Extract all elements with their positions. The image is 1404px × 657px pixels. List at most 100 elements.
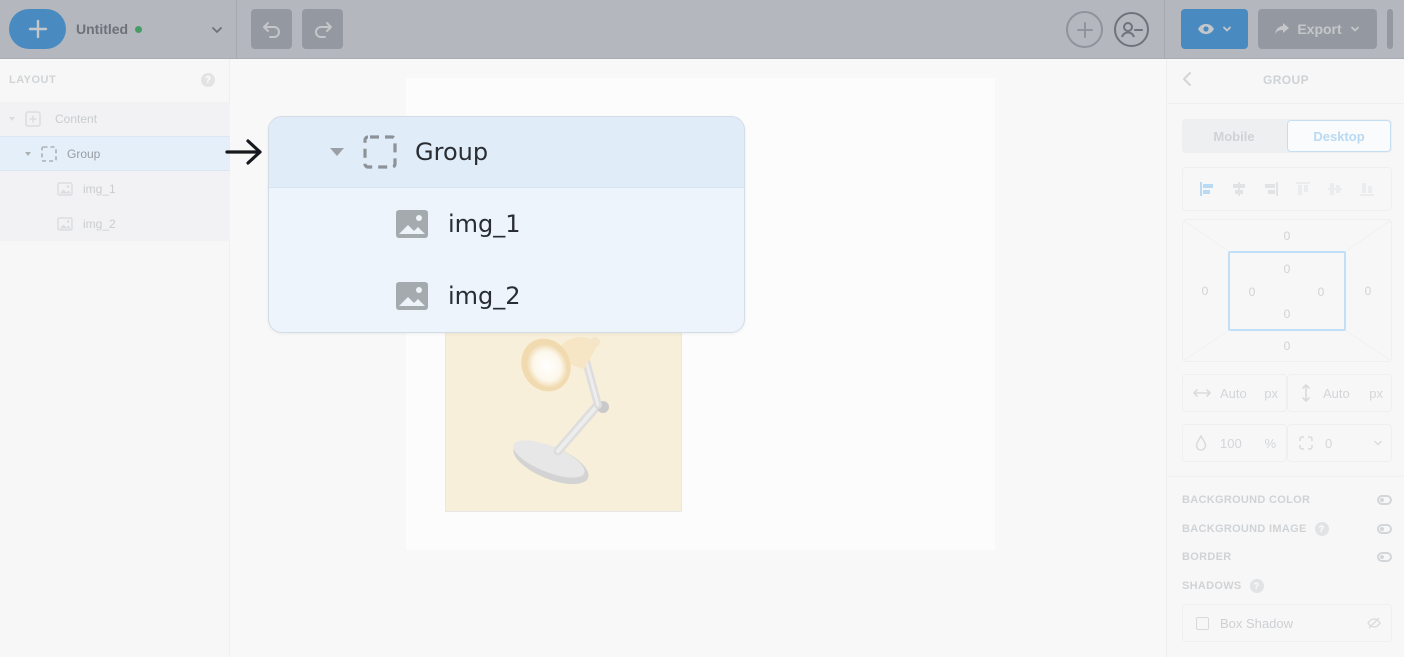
align-bottom-icon[interactable]	[1358, 180, 1376, 198]
shadows-section: SHADOWS ?	[1182, 578, 1392, 594]
panel-title: GROUP	[1262, 73, 1309, 87]
redo-button[interactable]	[302, 9, 343, 49]
project-name: Untitled	[76, 21, 129, 37]
align-left-icon[interactable]	[1198, 180, 1216, 198]
callout-group-label: Group	[415, 138, 489, 166]
callout-child-row[interactable]: img_1	[269, 188, 744, 260]
height-field[interactable]: Auto px	[1287, 374, 1392, 412]
chevron-down-icon[interactable]	[1373, 438, 1383, 448]
height-value: Auto	[1323, 385, 1350, 401]
section-label: BORDER	[1182, 551, 1232, 563]
align-top-icon[interactable]	[1294, 180, 1312, 198]
section-label: SHADOWS	[1182, 580, 1242, 592]
account-button[interactable]	[1114, 12, 1149, 47]
project-title[interactable]: Untitled	[76, 19, 143, 39]
caret-down-icon[interactable]	[24, 150, 32, 158]
arrow-right-icon	[225, 139, 262, 165]
toolbar-divider	[236, 0, 237, 59]
undo-button[interactable]	[251, 9, 292, 49]
background-color-section[interactable]: BACKGROUND COLOR	[1182, 492, 1392, 508]
tree-item-label: Group	[67, 146, 101, 161]
margin-top-value[interactable]: 0	[1277, 229, 1297, 243]
width-arrows-icon	[1193, 389, 1211, 397]
align-right-icon[interactable]	[1262, 180, 1280, 198]
divider	[1167, 476, 1404, 477]
divider	[1167, 103, 1404, 104]
drop-icon	[1195, 435, 1207, 451]
margin-left-value[interactable]: 0	[1195, 284, 1215, 298]
box-shadow-label: Box Shadow	[1220, 615, 1293, 631]
preview-button[interactable]	[1181, 9, 1248, 49]
chevron-down-icon[interactable]	[208, 21, 226, 39]
content-icon	[25, 111, 41, 127]
properties-panel: GROUP Mobile Desktop 0 0 0 0 0 0 0 0 Aut…	[1166, 59, 1404, 657]
radius-field[interactable]: 0	[1287, 424, 1392, 462]
plus-icon	[28, 19, 47, 39]
section-label: BACKGROUND COLOR	[1182, 494, 1311, 506]
padding-bottom-value[interactable]: 0	[1277, 307, 1297, 321]
scroll-handle[interactable]	[1387, 9, 1393, 49]
help-icon[interactable]: ?	[201, 73, 215, 87]
callout-child-row[interactable]: img_2	[269, 260, 744, 332]
background-image-section[interactable]: BACKGROUND IMAGE ?	[1182, 521, 1392, 537]
tree-item-img-2[interactable]: img_2	[0, 206, 230, 241]
border-toggle[interactable]	[1377, 552, 1392, 562]
saved-status-dot	[135, 25, 143, 33]
undo-icon	[262, 22, 280, 38]
toolbar-divider	[1164, 0, 1165, 59]
layout-panel-title: LAYOUT	[9, 74, 57, 86]
device-toggle: Mobile Desktop	[1182, 119, 1392, 153]
canvas-image-lamp[interactable]	[445, 320, 682, 512]
opacity-value: 100	[1220, 435, 1242, 451]
margin-right-value[interactable]: 0	[1358, 284, 1378, 298]
height-unit: px	[1369, 385, 1383, 401]
padding-right-value[interactable]: 0	[1311, 285, 1331, 299]
callout-child-label: img_2	[448, 282, 521, 310]
align-middle-icon[interactable]	[1326, 180, 1344, 198]
border-section[interactable]: BORDER	[1182, 549, 1392, 565]
background-color-toggle[interactable]	[1377, 495, 1392, 505]
background-image-toggle[interactable]	[1377, 524, 1392, 534]
top-toolbar: Untitled Export	[0, 0, 1404, 59]
callout-group-row[interactable]: Group	[269, 117, 744, 188]
section-label: BACKGROUND IMAGE	[1182, 523, 1307, 535]
image-icon	[396, 282, 428, 310]
caret-down-icon[interactable]	[8, 115, 16, 123]
padding-left-value[interactable]: 0	[1242, 285, 1262, 299]
opacity-field[interactable]: 100 %	[1182, 424, 1287, 462]
image-icon	[57, 216, 73, 231]
tree-item-group[interactable]: Group	[0, 136, 230, 171]
opacity-unit: %	[1264, 435, 1276, 451]
tab-mobile[interactable]: Mobile	[1182, 119, 1286, 153]
plus-icon	[1076, 21, 1093, 38]
tree-item-content[interactable]: Content	[0, 102, 230, 136]
desk-lamp-illustration	[513, 336, 609, 485]
tree-item-label: Content	[55, 112, 98, 126]
corner-radius-icon	[1299, 436, 1313, 450]
width-field[interactable]: Auto px	[1182, 374, 1287, 412]
margin-bottom-value[interactable]: 0	[1277, 339, 1297, 353]
box-shadow-checkbox[interactable]	[1196, 616, 1209, 630]
box-shadow-row[interactable]: Box Shadow	[1182, 604, 1392, 642]
tab-desktop[interactable]: Desktop	[1287, 120, 1391, 152]
caret-down-icon[interactable]	[329, 146, 345, 158]
user-icon	[1120, 21, 1143, 37]
export-button[interactable]: Export	[1258, 9, 1377, 49]
tree-item-label: img_2	[83, 216, 116, 231]
tree-item-img-1[interactable]: img_1	[0, 171, 230, 206]
height-arrows-icon	[1302, 384, 1310, 402]
width-value: Auto	[1220, 385, 1247, 401]
share-arrow-icon	[1275, 23, 1290, 35]
add-element-button[interactable]	[9, 9, 66, 49]
add-collaborator-button[interactable]	[1066, 11, 1103, 48]
align-center-icon[interactable]	[1230, 180, 1248, 198]
eye-off-icon[interactable]	[1367, 617, 1381, 629]
layout-panel: LAYOUT ? Content Group img_1 img_2	[0, 59, 230, 657]
padding-top-value[interactable]: 0	[1277, 262, 1297, 276]
help-icon[interactable]: ?	[1314, 522, 1329, 536]
spacing-box-model: 0 0 0 0 0 0 0 0	[1182, 219, 1392, 362]
width-unit: px	[1264, 385, 1278, 401]
help-icon[interactable]: ?	[1249, 579, 1264, 593]
export-label: Export	[1297, 21, 1342, 37]
image-icon	[396, 210, 428, 238]
